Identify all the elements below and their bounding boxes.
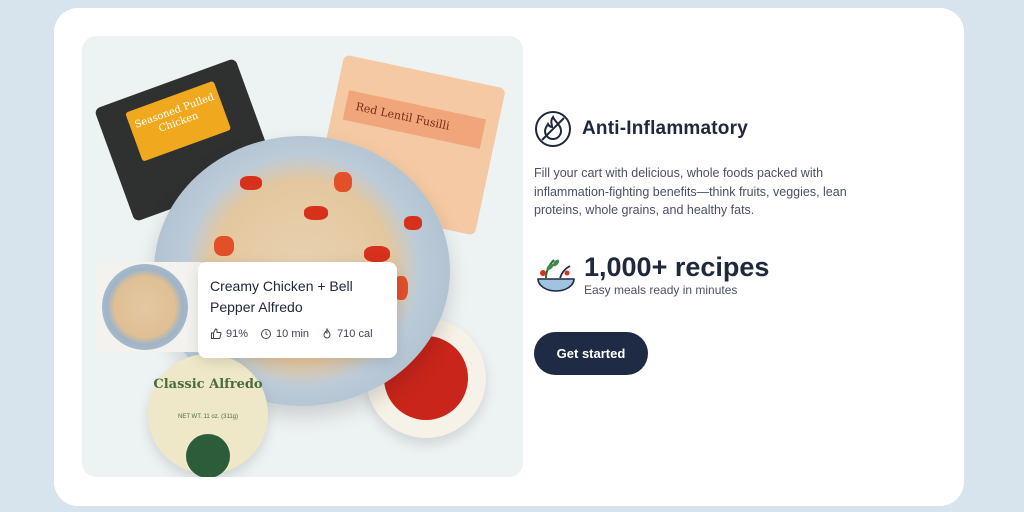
chicken-package-label: Seasoned Pulled Chicken	[125, 80, 232, 162]
recipes-count: 1,000+ recipes	[584, 252, 770, 282]
recipe-title: Creamy Chicken + Bell Pepper Alfredo	[210, 278, 353, 315]
feature-block: Anti-Inflammatory Fill your cart with de…	[534, 110, 864, 220]
recipe-meta: 91% 10 min 710 cal	[210, 328, 397, 340]
recipes-caption: Easy meals ready in minutes	[584, 283, 738, 297]
sauce-label: Classic Alfredo	[153, 377, 263, 392]
sauce-net-weight: NET WT. 11 oz. (311g)	[177, 414, 239, 420]
salad-bowl-icon	[537, 258, 575, 292]
pasta-package-label: Red Lentil Fusilli	[342, 90, 487, 149]
time-value: 10 min	[276, 328, 310, 340]
clock-icon	[261, 329, 272, 339]
calories-value: 710 cal	[337, 328, 373, 340]
feature-description: Fill your cart with delicious, whole foo…	[534, 166, 847, 217]
rating-value: 91%	[226, 328, 249, 340]
recipe-card[interactable]: Creamy Chicken + Bell Pepper Alfredo 91%…	[198, 262, 397, 358]
feature-title: Anti-Inflammatory	[582, 118, 748, 139]
recipe-calories: 710 cal	[321, 328, 373, 340]
hero-image: Red Lentil Fusilli Seasoned Pulled Chick…	[82, 36, 523, 477]
thumbs-up-icon	[211, 328, 222, 339]
recipe-time: 10 min	[260, 328, 309, 340]
content-card: Red Lentil Fusilli Seasoned Pulled Chick…	[54, 8, 964, 506]
recipe-thumbnail	[96, 262, 206, 352]
alfredo-sauce-container: Classic Alfredo NET WT. 11 oz. (311g)	[148, 354, 268, 477]
get-started-button[interactable]: Get started	[534, 332, 648, 375]
flame-icon	[323, 328, 331, 339]
anti-inflammatory-icon	[535, 111, 571, 147]
recipes-stat: 1,000+ recipes Easy meals ready in minut…	[534, 252, 769, 297]
recipe-rating: 91%	[210, 328, 248, 340]
